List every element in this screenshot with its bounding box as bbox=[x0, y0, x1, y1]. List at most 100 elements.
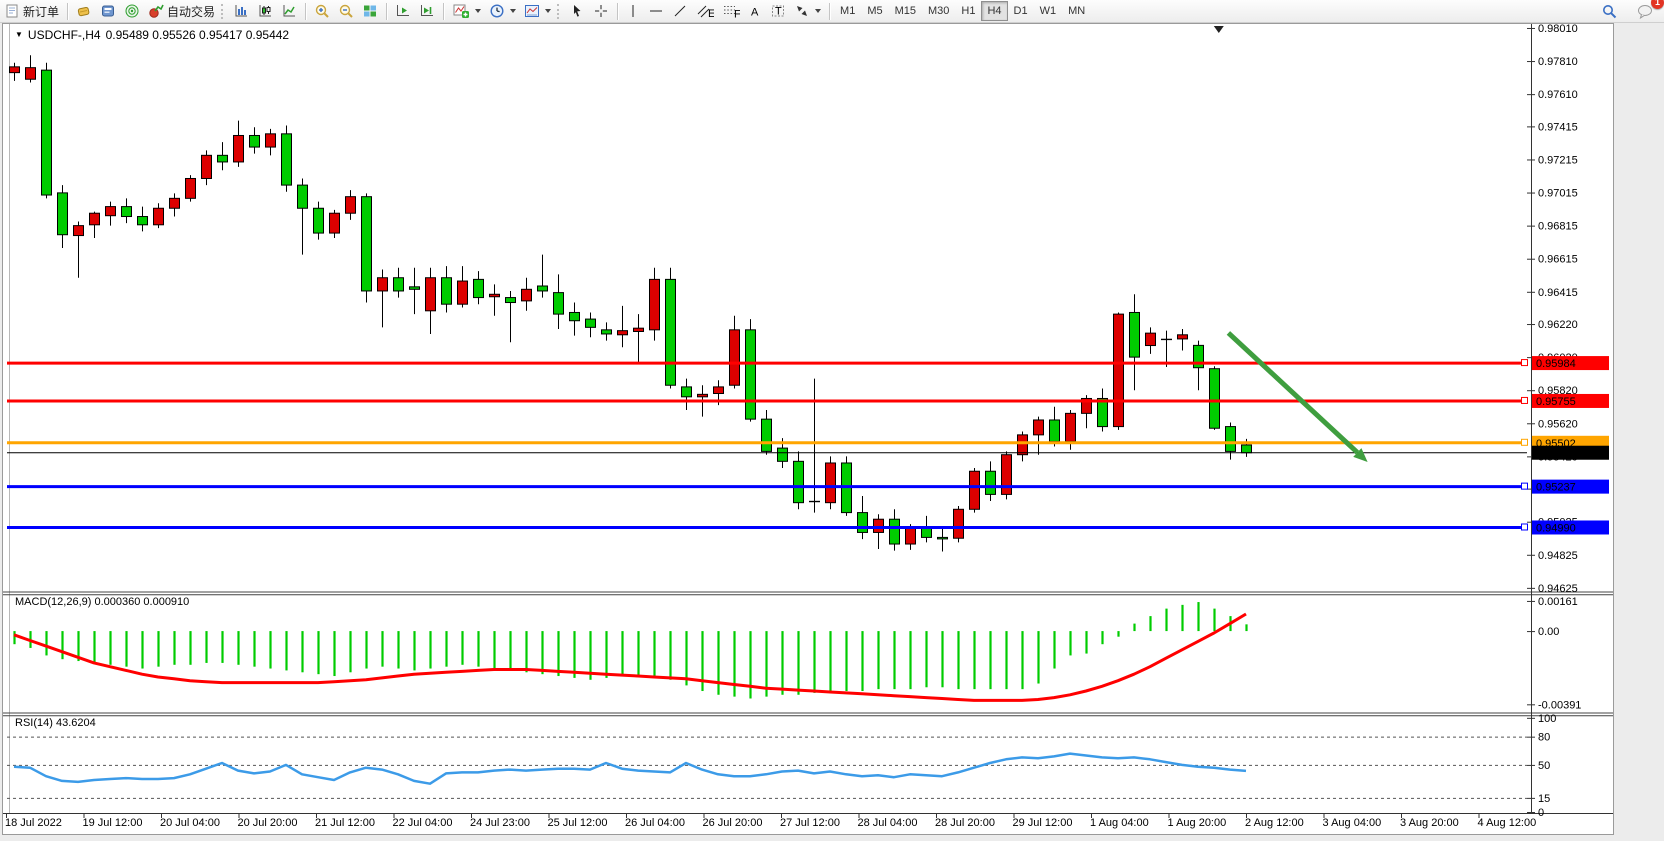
template-icon bbox=[524, 3, 540, 19]
trendline-icon bbox=[672, 3, 688, 19]
text-label-icon: T bbox=[770, 3, 786, 19]
line-chart-type-button[interactable] bbox=[277, 0, 301, 22]
rsi-line bbox=[14, 754, 1246, 784]
notifications-button[interactable]: 1 bbox=[1632, 0, 1658, 22]
candle-body bbox=[266, 134, 276, 147]
price-axis[interactable]: 0.980100.978100.976100.974150.972150.970… bbox=[1527, 24, 1578, 595]
templates-button[interactable] bbox=[520, 0, 555, 22]
price-tick-label: 0.97015 bbox=[1538, 188, 1578, 200]
timeframe-m5[interactable]: M5 bbox=[861, 1, 888, 21]
main-toolbar: 新订单 自动交易 E F A T M1 M5 M15 M30 H1 H4 D1 … bbox=[0, 0, 1664, 23]
candle-body bbox=[410, 287, 420, 289]
candle-body bbox=[890, 519, 900, 544]
candle-body bbox=[746, 330, 756, 419]
candle-body bbox=[74, 226, 84, 236]
auto-trading-label: 自动交易 bbox=[167, 3, 215, 20]
auto-trading-button[interactable]: 自动交易 bbox=[144, 0, 219, 22]
date-label: 22 Jul 04:00 bbox=[393, 817, 453, 829]
price-tick-label: 0.94625 bbox=[1538, 583, 1578, 595]
clock-icon bbox=[489, 3, 505, 19]
separator bbox=[829, 3, 830, 20]
add-indicator-button[interactable] bbox=[448, 0, 485, 22]
rsi-tick-label: 100 bbox=[1538, 713, 1556, 725]
date-label: 19 Jul 12:00 bbox=[83, 817, 143, 829]
horizontal-line-tool-button[interactable] bbox=[644, 0, 668, 22]
line-end-marker bbox=[1522, 397, 1528, 403]
candle-body bbox=[698, 394, 708, 396]
candle-body bbox=[1130, 312, 1140, 357]
candle-body bbox=[922, 528, 932, 537]
candle-body bbox=[506, 298, 516, 303]
accounts-icon bbox=[76, 3, 92, 19]
price-tick-label: 0.96220 bbox=[1538, 319, 1578, 331]
candle-body bbox=[794, 461, 804, 502]
market-watch-button[interactable] bbox=[120, 0, 144, 22]
chart-shift-marker[interactable] bbox=[1214, 26, 1224, 33]
candle-body bbox=[1114, 314, 1124, 426]
new-order-button[interactable]: 新订单 bbox=[0, 0, 63, 22]
notification-badge: 1 bbox=[1651, 0, 1664, 9]
candle-body bbox=[362, 197, 372, 291]
zoom-in-button[interactable] bbox=[310, 0, 334, 22]
fibonacci-tool-button[interactable]: F bbox=[718, 0, 744, 22]
trendline-tool-button[interactable] bbox=[668, 0, 692, 22]
candle-body bbox=[1098, 398, 1108, 426]
date-label: 29 Jul 12:00 bbox=[1013, 817, 1073, 829]
horizontal-lines: 0.959840.957550.955020.954420.952370.949… bbox=[7, 356, 1609, 534]
accounts-button[interactable] bbox=[72, 0, 96, 22]
chart-shift-icon bbox=[395, 3, 411, 19]
dropdown-caret bbox=[475, 9, 481, 13]
arrows-tool-button[interactable] bbox=[790, 0, 825, 22]
text-tool-button[interactable]: A bbox=[744, 0, 766, 22]
candle-body bbox=[1146, 333, 1156, 345]
chart-shift-button[interactable] bbox=[391, 0, 415, 22]
equidistant-channel-tool-button[interactable]: E bbox=[692, 0, 718, 22]
news-button[interactable] bbox=[96, 0, 120, 22]
candle-body bbox=[730, 330, 740, 385]
candle-body bbox=[778, 448, 788, 461]
candle-body bbox=[938, 537, 948, 539]
price-tick-label: 0.95620 bbox=[1538, 418, 1578, 430]
periods-button[interactable] bbox=[485, 0, 520, 22]
text-tool-icon: A bbox=[748, 3, 762, 19]
text-label-tool-button[interactable]: T bbox=[766, 0, 790, 22]
price-tag-label: 0.95442 bbox=[1536, 448, 1576, 460]
timeframe-m15[interactable]: M15 bbox=[889, 1, 922, 21]
price-tick-label: 0.96615 bbox=[1538, 254, 1578, 266]
chart-auto-scroll-icon bbox=[419, 3, 435, 19]
crosshair-tool-button[interactable] bbox=[589, 0, 613, 22]
cursor-tool-button[interactable] bbox=[565, 0, 589, 22]
candle-body bbox=[570, 312, 580, 320]
timeframe-m1[interactable]: M1 bbox=[834, 1, 861, 21]
chart-window: 0.980100.978100.976100.974150.972150.970… bbox=[2, 23, 1614, 835]
chart-canvas[interactable]: 0.980100.978100.976100.974150.972150.970… bbox=[3, 24, 1613, 834]
timeframe-h1[interactable]: H1 bbox=[955, 1, 981, 21]
timeframe-m30[interactable]: M30 bbox=[922, 1, 955, 21]
bar-chart-type-button[interactable] bbox=[229, 0, 253, 22]
timeframe-w1[interactable]: W1 bbox=[1034, 1, 1063, 21]
candle-body bbox=[586, 319, 596, 327]
timeframe-h4[interactable]: H4 bbox=[981, 1, 1007, 21]
candle-body bbox=[314, 208, 324, 233]
date-label: 20 Jul 04:00 bbox=[160, 817, 220, 829]
search-icon bbox=[1601, 3, 1618, 20]
tile-windows-icon bbox=[362, 3, 378, 19]
timeframe-mn[interactable]: MN bbox=[1062, 1, 1091, 21]
search-button[interactable] bbox=[1597, 0, 1622, 22]
tile-windows-button[interactable] bbox=[358, 0, 382, 22]
time-axis[interactable]: 18 Jul 202219 Jul 12:0020 Jul 04:0020 Ju… bbox=[5, 814, 1536, 829]
vertical-line-tool-button[interactable] bbox=[622, 0, 644, 22]
candle-body bbox=[874, 519, 884, 532]
chart-collapse-icon[interactable]: ▼ bbox=[15, 31, 23, 39]
cursor-icon bbox=[569, 3, 585, 19]
candle-body bbox=[522, 289, 532, 301]
timeframe-d1[interactable]: D1 bbox=[1008, 1, 1034, 21]
candle-body bbox=[1050, 420, 1060, 442]
separator bbox=[386, 3, 387, 20]
zoom-out-button[interactable] bbox=[334, 0, 358, 22]
candle-chart-type-button[interactable] bbox=[253, 0, 277, 22]
chart-auto-scroll-button[interactable] bbox=[415, 0, 439, 22]
new-order-label: 新订单 bbox=[23, 3, 59, 20]
candle-body bbox=[442, 278, 452, 304]
candle-body bbox=[1018, 435, 1028, 455]
